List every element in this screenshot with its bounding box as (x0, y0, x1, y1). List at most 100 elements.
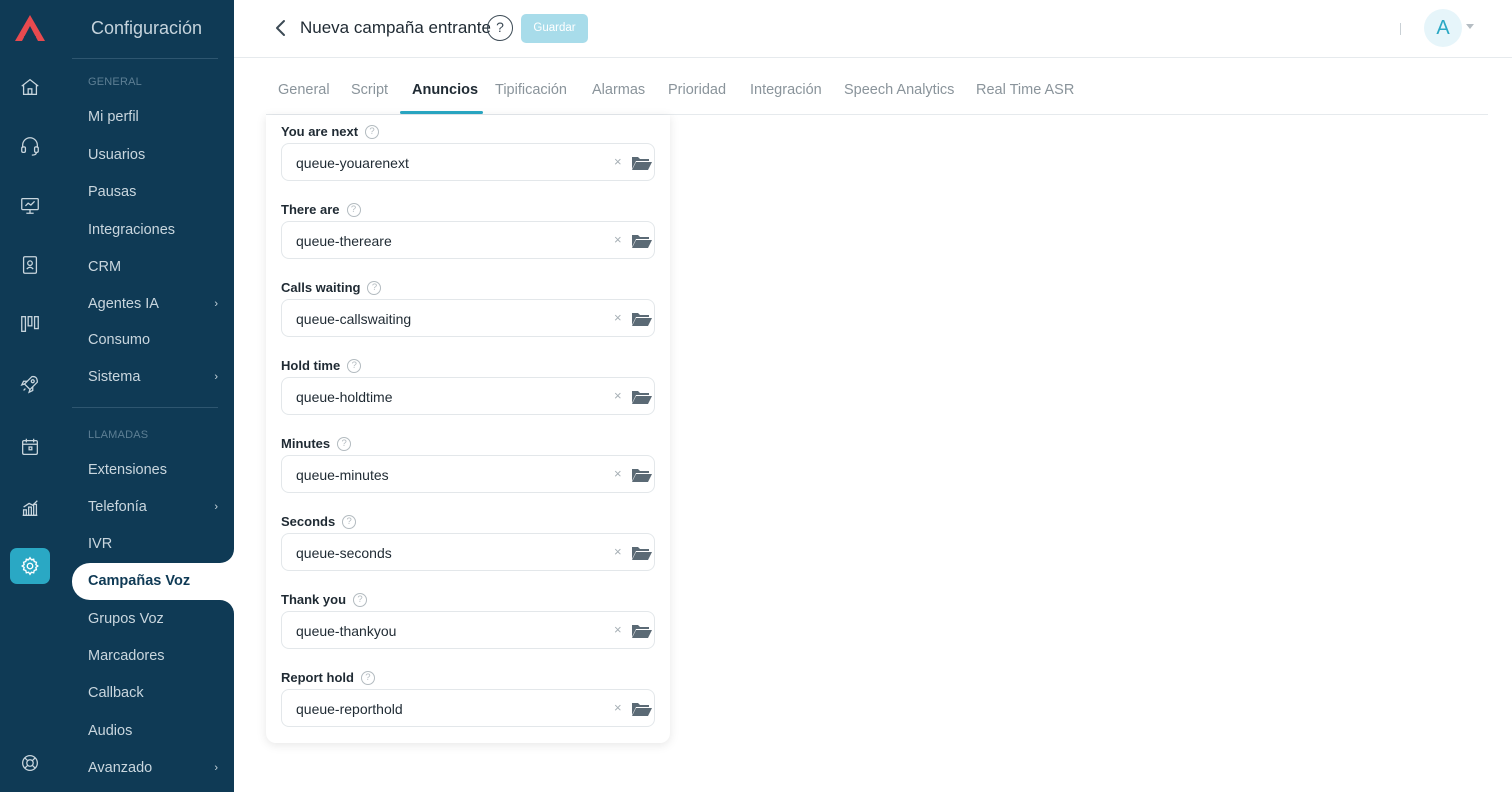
audio-select-thank-you[interactable]: queue-thankyou × (281, 611, 655, 649)
audio-select-seconds[interactable]: queue-seconds × (281, 533, 655, 571)
tab-prioridad[interactable]: Prioridad (668, 82, 726, 98)
tab-alarmas[interactable]: Alarmas (592, 82, 645, 98)
sidebar-item-campanas-voz[interactable]: Campañas Voz (72, 563, 234, 600)
active-tab-indicator (400, 111, 483, 114)
folder-open-icon[interactable] (631, 155, 652, 171)
help-icon[interactable]: ? (365, 124, 380, 139)
analytics-icon[interactable] (16, 494, 44, 522)
clear-icon[interactable]: × (614, 232, 622, 247)
sidebar-section-general: GENERAL (88, 76, 142, 88)
field-label-text: Thank you (281, 592, 347, 607)
monitor-icon[interactable] (16, 191, 44, 219)
calendar-icon[interactable] (16, 433, 44, 461)
help-icon[interactable]: ? (347, 358, 362, 373)
field-label: Calls waiting ? (281, 280, 382, 295)
clear-icon[interactable]: × (614, 622, 622, 637)
help-icon[interactable]: ? (367, 280, 382, 295)
audio-select-report-hold[interactable]: queue-reporthold × (281, 689, 655, 727)
save-button[interactable]: Guardar (521, 14, 588, 43)
support-icon[interactable] (16, 749, 44, 777)
page-title: Nueva campaña entrante (300, 18, 491, 37)
field-label: Seconds ? (281, 514, 357, 529)
sidebar-item-label: Campañas Voz (88, 573, 191, 589)
field-label-text: Minutes (281, 436, 331, 451)
tab-tipificacion[interactable]: Tipificación (495, 82, 567, 98)
clear-icon[interactable]: × (614, 154, 622, 169)
help-icon[interactable]: ? (337, 436, 352, 451)
tab-script[interactable]: Script (351, 82, 388, 98)
sidebar-item-agentes-ia[interactable]: Agentes IA › (88, 296, 218, 312)
sidebar-item-label: Agentes IA (88, 296, 159, 312)
logo-icon[interactable] (14, 14, 46, 42)
sidebar-item-usuarios[interactable]: Usuarios (88, 147, 218, 163)
audio-select-hold-time[interactable]: queue-holdtime × (281, 377, 655, 415)
folder-open-icon[interactable] (631, 311, 652, 327)
sidebar-item-sistema[interactable]: Sistema › (88, 369, 218, 385)
help-icon[interactable]: ? (360, 670, 375, 685)
sidebar-item-marcadores[interactable]: Marcadores (88, 648, 218, 664)
avatar[interactable]: A (1424, 9, 1462, 47)
tab-integracion[interactable]: Integración (750, 82, 822, 98)
sidebar-item-pausas[interactable]: Pausas (88, 184, 218, 200)
input-value: queue-callswaiting (296, 311, 412, 327)
sidebar: Configuración GENERAL Mi perfil Usuarios… (60, 0, 234, 792)
sidebar-item-grupos-voz[interactable]: Grupos Voz (88, 611, 218, 627)
tab-speech-analytics[interactable]: Speech Analytics (844, 82, 954, 98)
clear-icon[interactable]: × (614, 544, 622, 559)
tab-anuncios[interactable]: Anuncios (412, 82, 478, 98)
help-button[interactable]: ? (487, 15, 513, 41)
sidebar-item-integraciones[interactable]: Integraciones (88, 222, 218, 238)
sidebar-item-crm[interactable]: CRM (88, 259, 218, 275)
clear-icon[interactable]: × (614, 466, 622, 481)
sidebar-item-mi-perfil[interactable]: Mi perfil (88, 109, 218, 125)
folder-open-icon[interactable] (631, 233, 652, 249)
folder-open-icon[interactable] (631, 467, 652, 483)
clear-icon[interactable]: × (614, 388, 622, 403)
audio-select-there-are[interactable]: queue-thereare × (281, 221, 655, 259)
contacts-book-icon[interactable] (16, 251, 44, 279)
field-label-text: You are next (281, 124, 359, 139)
folder-open-icon[interactable] (631, 701, 652, 717)
sidebar-item-ivr[interactable]: IVR (88, 536, 218, 552)
icon-rail (0, 0, 60, 792)
clear-icon[interactable]: × (614, 700, 622, 715)
input-value: queue-minutes (296, 467, 389, 483)
chevron-right-icon: › (214, 371, 218, 383)
home-icon[interactable] (16, 73, 44, 101)
folder-open-icon[interactable] (631, 623, 652, 639)
divider (1400, 23, 1401, 35)
header: Nueva campaña entrante ? Guardar A (234, 0, 1512, 58)
sidebar-item-consumo[interactable]: Consumo (88, 332, 218, 348)
settings-icon[interactable] (10, 548, 50, 584)
caret-down-icon[interactable] (1466, 24, 1474, 29)
folder-open-icon[interactable] (631, 389, 652, 405)
help-icon[interactable]: ? (346, 202, 361, 217)
audio-select-minutes[interactable]: queue-minutes × (281, 455, 655, 493)
tab-general[interactable]: General (278, 82, 330, 98)
folder-open-icon[interactable] (631, 545, 652, 561)
audio-select-calls-waiting[interactable]: queue-callswaiting × (281, 299, 655, 337)
back-arrow-icon[interactable] (274, 18, 288, 38)
tab-real-time-asr[interactable]: Real Time ASR (976, 82, 1074, 98)
sidebar-item-extensiones[interactable]: Extensiones (88, 462, 218, 478)
clear-icon[interactable]: × (614, 310, 622, 325)
audio-select-you-are-next[interactable]: queue-youarenext × (281, 143, 655, 181)
sidebar-item-callback[interactable]: Callback (88, 685, 218, 701)
field-label: Minutes ? (281, 436, 352, 451)
sidebar-item-avanzado[interactable]: Avanzado › (88, 760, 218, 776)
field-label: You are next ? (281, 124, 380, 139)
headset-icon[interactable] (16, 132, 44, 160)
kanban-icon[interactable] (16, 310, 44, 338)
field-label: Hold time ? (281, 358, 362, 373)
field-label-text: Seconds (281, 514, 336, 529)
sidebar-item-label: Sistema (88, 369, 141, 385)
sidebar-item-telefonia[interactable]: Telefonía › (88, 499, 218, 515)
chevron-right-icon: › (214, 298, 218, 310)
input-value: queue-youarenext (296, 155, 409, 171)
help-icon[interactable]: ? (342, 514, 357, 529)
field-label-text: Report hold (281, 670, 354, 685)
sidebar-item-audios[interactable]: Audios (88, 723, 218, 739)
rocket-icon[interactable] (16, 370, 44, 398)
help-icon[interactable]: ? (353, 592, 368, 607)
field-label-text: Hold time (281, 358, 341, 373)
